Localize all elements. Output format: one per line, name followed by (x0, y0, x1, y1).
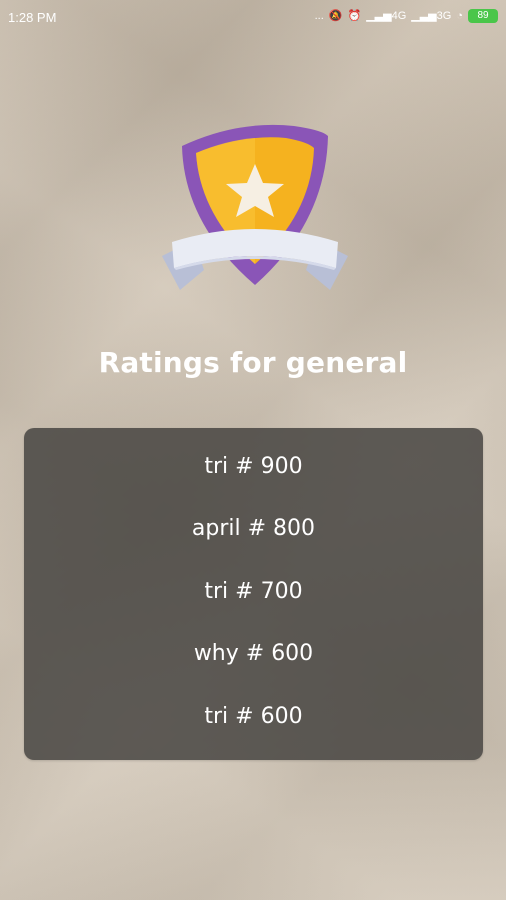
page-title: Ratings for general (98, 346, 408, 379)
shield-star-ribbon-icon (162, 124, 348, 290)
status-icons: ... 🔕 ⏰ ▁▃▅4G ▁▃▅3G ◔ 89 (315, 9, 498, 23)
rating-item: tri # 700 (204, 579, 303, 604)
alarm-icon: ⏰ (347, 10, 362, 22)
mute-icon: 🔕 (328, 10, 343, 22)
notification-dots-icon: ... (314, 10, 324, 22)
rating-item: tri # 900 (204, 454, 303, 479)
status-time: 1:28 PM (8, 10, 57, 25)
wifi-icon: ◔ (456, 10, 463, 22)
battery-icon: 89 (468, 9, 498, 23)
rating-item: tri # 600 (204, 704, 303, 729)
status-bar: 1:28 PM ... 🔕 ⏰ ▁▃▅4G ▁▃▅3G ◔ 89 (0, 0, 506, 34)
rating-item: why # 600 (193, 641, 314, 666)
signal-3g-icon: ▁▃▅3G (411, 10, 452, 22)
signal-4g-icon: ▁▃▅4G (366, 10, 407, 22)
ratings-panel: tri # 900 april # 800 tri # 700 why # 60… (24, 428, 483, 760)
rating-item: april # 800 (191, 516, 316, 541)
